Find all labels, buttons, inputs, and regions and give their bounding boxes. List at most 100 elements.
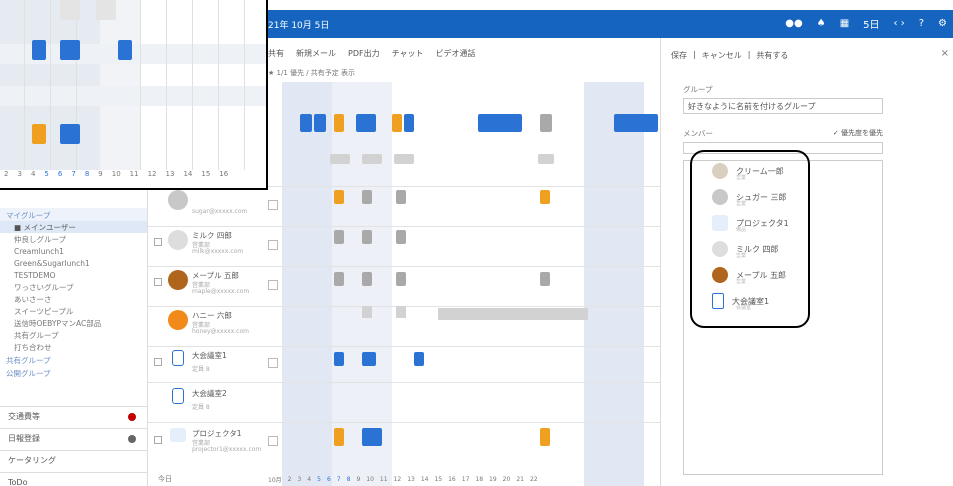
cancel-button[interactable]: キャンセル — [702, 50, 742, 61]
sidebar-item[interactable]: 仲良しグループ — [0, 233, 147, 245]
event-block[interactable] — [540, 190, 550, 204]
long-event-bar[interactable] — [438, 308, 588, 320]
sidebar-item[interactable]: ■ メインユーザー — [0, 221, 147, 233]
sidebar-group-header[interactable]: マイグループ — [0, 208, 147, 221]
member-row[interactable]: ハニー 六郎 営業部 honey@xxxxx.com — [152, 308, 278, 348]
event-block[interactable] — [96, 0, 116, 20]
day-label[interactable]: 13 — [407, 476, 415, 483]
sidebar-menu-item[interactable]: ToDo — [0, 472, 148, 486]
priority-toggle[interactable]: ✓ 優先度を優先 — [833, 128, 883, 138]
day-label[interactable]: 20 — [503, 476, 511, 483]
event-block[interactable] — [392, 114, 402, 132]
day-label[interactable]: 16 — [448, 476, 456, 483]
expand-toggle[interactable] — [268, 436, 278, 446]
sidebar-item[interactable]: Green&Sugarlunch1 — [0, 257, 147, 269]
event-block[interactable] — [330, 154, 350, 164]
sidebar-group-header[interactable]: 共有グループ — [0, 353, 147, 366]
event-block[interactable] — [334, 114, 344, 132]
save-button[interactable]: 保存 — [671, 50, 687, 61]
day-label[interactable]: 5 — [317, 476, 321, 483]
people-icon[interactable]: ●● — [785, 18, 802, 29]
event-block[interactable] — [362, 306, 372, 318]
event-block[interactable] — [300, 114, 312, 132]
day-label[interactable]: 22 — [530, 476, 538, 483]
day-label[interactable]: 3 — [297, 476, 301, 483]
toolbar-item[interactable]: チャット — [392, 48, 424, 64]
day-label[interactable]: 10月 — [268, 475, 282, 484]
person-icon[interactable]: ♠ — [817, 18, 826, 29]
sidebar-item[interactable]: スイーツピープル — [0, 305, 147, 317]
sidebar-item[interactable]: 打ち合わせ — [0, 341, 147, 353]
sidebar-item[interactable]: 共有グループ — [0, 329, 147, 341]
day-label[interactable]: 14 — [421, 476, 429, 483]
day-label[interactable]: 2 — [288, 476, 292, 483]
sidebar-item[interactable]: 送信時OEBYPマンAC部品 — [0, 317, 147, 329]
event-block[interactable] — [540, 114, 552, 132]
member-row[interactable]: メープル 五郎 営業部 maple@xxxxx.com — [152, 268, 278, 308]
event-block[interactable] — [540, 272, 550, 286]
event-block[interactable] — [60, 40, 80, 60]
group-name-field[interactable]: 好きなように名前を付けるグループ — [683, 98, 883, 114]
checkbox[interactable] — [154, 238, 162, 246]
event-block[interactable] — [334, 272, 344, 286]
event-block[interactable] — [540, 428, 550, 446]
event-block[interactable] — [478, 114, 522, 132]
event-block[interactable] — [334, 428, 344, 446]
event-block[interactable] — [404, 114, 414, 132]
sidebar-item[interactable]: TESTDEMO — [0, 269, 147, 281]
event-block[interactable] — [538, 154, 554, 164]
event-block[interactable] — [414, 352, 424, 366]
share-button[interactable]: 共有する — [756, 50, 788, 61]
event-block[interactable] — [614, 114, 658, 132]
member-row[interactable]: プロジェクタ1 営業部 projector1@xxxxx.com — [152, 426, 278, 466]
event-block[interactable] — [362, 272, 372, 286]
day-label[interactable]: 8 — [347, 476, 351, 483]
day-label[interactable]: 7 — [337, 476, 341, 483]
event-block[interactable] — [334, 230, 344, 244]
event-block[interactable] — [356, 114, 376, 132]
day-label[interactable]: 10 — [366, 476, 374, 483]
event-block[interactable] — [334, 352, 344, 366]
sidebar-item[interactable]: あいさーさ — [0, 293, 147, 305]
gear-icon[interactable]: ⚙ — [938, 18, 947, 29]
nav-arrows[interactable]: ‹ › — [894, 18, 905, 29]
event-block[interactable] — [32, 40, 46, 60]
event-block[interactable] — [334, 190, 344, 204]
event-block[interactable] — [60, 124, 80, 144]
help-icon[interactable]: ? — [919, 18, 924, 29]
day-label[interactable]: 17 — [462, 476, 470, 483]
checkbox[interactable] — [154, 278, 162, 286]
toolbar-item[interactable]: PDF出力 — [348, 48, 380, 64]
day-label[interactable]: 9 — [356, 476, 360, 483]
today-button[interactable]: 今日 — [158, 474, 172, 484]
period-label[interactable]: 5日 — [863, 16, 879, 31]
event-block[interactable] — [362, 352, 376, 366]
event-block[interactable] — [314, 114, 326, 132]
member-row[interactable]: 大会議室2 定員 8 — [152, 386, 278, 426]
event-block[interactable] — [396, 230, 406, 244]
calendar-icon[interactable]: ▦ — [840, 18, 849, 29]
event-block[interactable] — [396, 306, 406, 318]
sidebar-item[interactable]: ワっさいグループ — [0, 281, 147, 293]
expand-toggle[interactable] — [268, 240, 278, 250]
sidebar-menu-item[interactable]: ケータリング — [0, 450, 148, 470]
sidebar-item[interactable]: Creamlunch1 — [0, 245, 147, 257]
toolbar-item[interactable]: 新規メール — [296, 48, 336, 64]
toolbar-item[interactable]: ビデオ通話 — [436, 48, 476, 64]
expand-toggle[interactable] — [268, 280, 278, 290]
day-label[interactable]: 15 — [434, 476, 442, 483]
member-row[interactable]: ミルク 四郎 営業部 milk@xxxxx.com — [152, 228, 278, 268]
day-label[interactable]: 12 — [394, 476, 402, 483]
day-label[interactable]: 18 — [475, 476, 483, 483]
close-icon[interactable]: × — [941, 48, 949, 59]
day-label[interactable]: 11 — [380, 476, 388, 483]
event-block[interactable] — [32, 124, 46, 144]
event-block[interactable] — [362, 230, 372, 244]
day-label[interactable]: 4 — [307, 476, 311, 483]
sidebar-menu-item[interactable]: 日報登録 — [0, 428, 148, 448]
member-row[interactable]: 大会議室1 定員 8 — [152, 348, 278, 388]
toolbar-item[interactable]: 共有 — [268, 48, 284, 64]
sidebar-menu-item[interactable]: 交通費等 — [0, 406, 148, 426]
sidebar-group-header[interactable]: 公開グループ — [0, 366, 147, 379]
event-block[interactable] — [396, 190, 406, 204]
